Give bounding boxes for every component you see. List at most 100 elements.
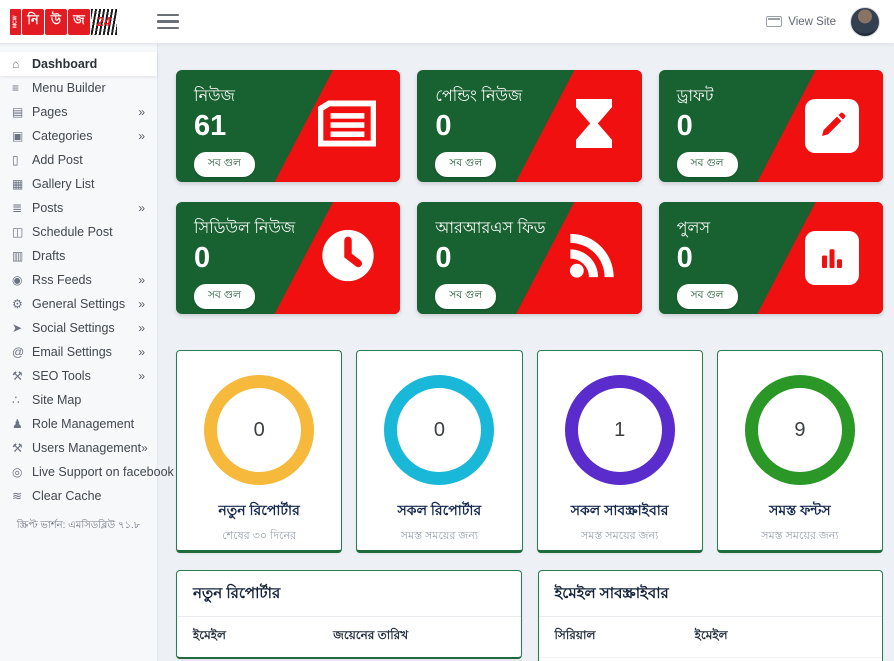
sidebar-item-label: Menu Builder xyxy=(32,81,106,95)
stat-value: 0 xyxy=(435,242,452,274)
column-header: সিরিয়াল xyxy=(554,628,596,642)
stat-value: 0 xyxy=(435,110,452,142)
sidebar-item-label: Pages xyxy=(32,105,68,119)
stat-card-rss-feed: আরআরএস ফিড 0 সব গুল xyxy=(417,202,642,314)
sidebar-item-label: Gallery List xyxy=(32,177,95,191)
chevron-double-right-icon xyxy=(138,321,145,335)
donut-ring: 9 xyxy=(744,375,855,485)
list-icon: ≣ xyxy=(12,201,23,215)
sidebar-item-label: Email Settings xyxy=(32,345,112,359)
donut-title: সকল রিপোর্টার xyxy=(397,502,482,518)
stat-card-draft: ড্রাফট 0 সব গুল xyxy=(658,70,883,182)
paper-plane-icon: ➤ xyxy=(12,321,23,335)
table-title: ইমেইল সাবস্ক্রাইবার xyxy=(538,571,882,617)
chevron-double-right-icon xyxy=(138,105,145,119)
top-header: MCW নি উ জ 24 View Site xyxy=(0,0,894,44)
sitemap-icon: ∴ xyxy=(12,393,20,407)
stat-value: 0 xyxy=(676,110,693,142)
sidebar-item-seo-tools[interactable]: ⚒ SEO Tools xyxy=(0,364,157,388)
donut-card-all-subscribers: 1 সকল সাবস্ক্রাইবার সমস্ত সময়ের জন্য xyxy=(536,350,703,553)
donut-value: 1 xyxy=(614,418,626,441)
menu-icon: ≡ xyxy=(12,81,20,95)
sidebar-item-drafts[interactable]: ▥ Drafts xyxy=(0,244,157,268)
donut-card-all-fonts: 9 সমস্ত ফন্টস সমস্ত সময়ের জন্য xyxy=(716,350,883,553)
donut-title: সকল সাবস্ক্রাইবার xyxy=(570,502,669,518)
site-logo[interactable]: MCW নি উ জ 24 xyxy=(10,8,117,35)
stat-title: ড্রাফট xyxy=(676,88,714,105)
sidebar-item-social-settings[interactable]: ➤ Social Settings xyxy=(0,316,157,340)
chevron-double-right-icon xyxy=(138,297,145,311)
sidebar-item-users-management[interactable]: ⚒ Users Management xyxy=(0,436,157,460)
column-header: ইমেইল xyxy=(694,628,728,642)
admin-dashboard: MCW নি উ জ 24 View Site ⌂ Dashboard ≡ Me… xyxy=(0,0,894,661)
sidebar-item-label: Posts xyxy=(32,201,64,215)
avatar[interactable] xyxy=(850,6,880,37)
view-all-button[interactable]: সব গুল xyxy=(676,152,738,178)
sidebar-item-general-settings[interactable]: ⚙ General Settings xyxy=(0,292,157,316)
sidebar-item-posts[interactable]: ≣ Posts xyxy=(0,196,157,220)
stat-title: নিউজ xyxy=(194,88,235,105)
new-reporter-table: নতুন রিপোর্টার ইমেইল জয়েনের তারিখ xyxy=(176,570,522,659)
sidebar-item-dashboard[interactable]: ⌂ Dashboard xyxy=(0,52,157,76)
user-icon: ♟ xyxy=(12,417,23,431)
sidebar-item-rss-feeds[interactable]: ◉ Rss Feeds xyxy=(0,268,157,292)
table-row: 16 mma.rifat66@gmail.com xyxy=(538,657,882,661)
browser-window-icon xyxy=(766,16,783,27)
sidebar-item-clear-cache[interactable]: ≋ Clear Cache xyxy=(0,484,157,508)
sidebar-item-email-settings[interactable]: @ Email Settings xyxy=(0,340,157,364)
draft-icon: ▥ xyxy=(12,249,24,263)
sidebar-item-schedule-post[interactable]: ◫ Schedule Post xyxy=(0,220,157,244)
chevron-double-right-icon xyxy=(138,201,145,215)
donut-value: 0 xyxy=(433,418,445,441)
sidebar-item-live-support[interactable]: ◎ Live Support on facebook xyxy=(0,460,174,484)
stat-card-schedule-news: সিডিউল নিউজ 0 সব গুল xyxy=(176,202,401,314)
stat-value: 0 xyxy=(676,242,693,274)
donut-ring: 1 xyxy=(564,375,675,485)
donut-card-all-reporters: 0 সকল রিপোর্টার সমস্ত সময়ের জন্য xyxy=(356,350,523,553)
sidebar-item-pages[interactable]: ▤ Pages xyxy=(0,100,157,124)
view-all-button[interactable]: সব গুল xyxy=(194,284,255,310)
wrench-icon: ⚒ xyxy=(12,441,23,455)
chevron-double-right-icon xyxy=(138,369,145,383)
sidebar-item-site-map[interactable]: ∴ Site Map xyxy=(0,388,157,412)
sidebar-item-label: Social Settings xyxy=(32,321,115,335)
sidebar-item-gallery-list[interactable]: ▦ Gallery List xyxy=(0,172,157,196)
support-icon: ◎ xyxy=(12,465,23,479)
chevron-double-right-icon xyxy=(138,129,145,143)
sidebar-item-label: Drafts xyxy=(32,249,66,263)
logo-prefix: MCW xyxy=(10,8,21,35)
sidebar-item-categories[interactable]: ▣ Categories xyxy=(0,124,157,148)
sidebar-item-menu-builder[interactable]: ≡ Menu Builder xyxy=(0,76,157,100)
donut-value: 0 xyxy=(253,418,265,441)
donut-subtitle: সমস্ত সময়ের জন্য xyxy=(400,530,479,542)
sidebar-item-label: Categories xyxy=(32,129,93,143)
table-header-row: সিরিয়াল ইমেইল xyxy=(539,617,883,657)
sidebar-toggle-icon[interactable] xyxy=(157,13,179,30)
stat-card-pending-news: পেন্ডিং নিউজ 0 সব গুল xyxy=(417,70,642,182)
sidebar-item-role-management[interactable]: ♟ Role Management xyxy=(0,412,157,436)
stat-card-polls: পুলস 0 সব গুল xyxy=(658,202,883,314)
stat-card-news: নিউজ 61 সব গুল xyxy=(176,70,401,182)
view-site-button[interactable]: View Site xyxy=(766,16,836,28)
stat-value: 0 xyxy=(194,242,211,274)
column-header: ইমেইল xyxy=(193,628,226,642)
donut-subtitle: সমস্ত সময়ের জন্য xyxy=(761,530,839,542)
stat-title: সিডিউল নিউজ xyxy=(194,220,296,237)
database-icon: ≋ xyxy=(12,489,23,503)
script-version-text: স্ক্রিপ্ট ভার্শন: এমসিডব্লিউ ৭১.৮ xyxy=(16,520,141,531)
table-header-row: ইমেইল জয়েনের তারিখ xyxy=(177,617,521,657)
sidebar-item-label: Live Support on facebook xyxy=(32,465,174,479)
rss-icon: ◉ xyxy=(12,273,23,287)
sidebar-item-add-post[interactable]: ▯ Add Post xyxy=(0,148,157,172)
stats-grid: নিউজ 61 সব গুল পেন্ডিং নিউজ 0 সব গুল ড্র… xyxy=(176,70,883,314)
view-all-button[interactable]: সব গুল xyxy=(194,152,255,178)
donut-subtitle: সমস্ত সময়ের জন্য xyxy=(580,530,659,542)
view-all-button[interactable]: সব গুল xyxy=(435,152,497,178)
email-subscriber-table: ইমেইল সাবস্ক্রাইবার সিরিয়াল ইমেইল 16 mm… xyxy=(537,570,883,661)
stat-title: পুলস xyxy=(676,220,711,237)
logo-letter: জ xyxy=(68,8,90,35)
sidebar-item-label: Add Post xyxy=(32,153,83,167)
donut-value: 9 xyxy=(794,418,806,441)
view-all-button[interactable]: সব গুল xyxy=(676,284,738,310)
view-all-button[interactable]: সব গুল xyxy=(435,284,497,310)
